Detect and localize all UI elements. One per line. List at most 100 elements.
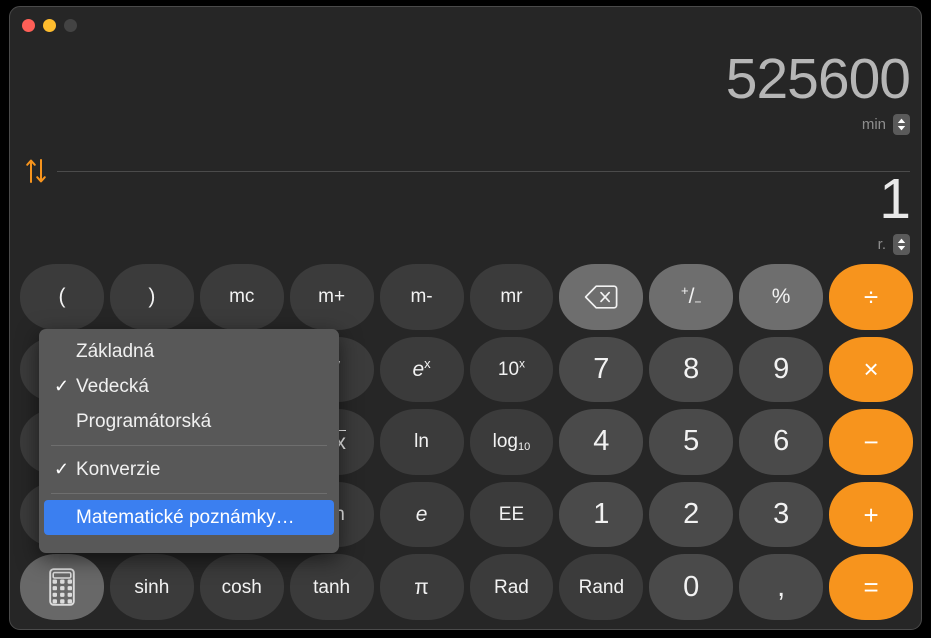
secondary-unit-stepper[interactable] — [893, 234, 910, 255]
key-label: ) — [148, 285, 156, 309]
minimize-button[interactable] — [43, 19, 56, 32]
primary-unit-label: min — [861, 116, 886, 133]
key-random-number[interactable]: Rand — [559, 554, 644, 620]
calculator-window: 525600 min 1 r. () mc m+ m- mr +/− % ÷ … — [9, 6, 922, 630]
secondary-unit-label: r. — [877, 236, 886, 253]
key-digit-5[interactable]: 5 — [649, 409, 734, 475]
key-label: 2 — [683, 498, 700, 531]
key-label: ( — [58, 285, 66, 309]
key-pi[interactable]: π — [379, 554, 464, 620]
calculator-icon — [48, 568, 76, 606]
key-close-paren[interactable]: ) — [109, 264, 194, 330]
secondary-value: 1 — [879, 167, 911, 231]
key-hyperbolic-tangent[interactable]: tanh — [289, 554, 374, 620]
key-label: Rand — [578, 576, 625, 598]
key-label: 10x — [497, 357, 525, 380]
key-multiply[interactable]: × — [829, 336, 913, 403]
secondary-display: 1 r. — [877, 167, 911, 255]
key-label: + — [863, 499, 879, 530]
primary-display: 525600 min — [725, 47, 911, 135]
key-subtract[interactable]: − — [829, 409, 913, 475]
menu-separator — [51, 493, 327, 494]
display-area: 525600 min 1 r. — [10, 33, 921, 255]
key-label: = — [863, 572, 879, 603]
key-calculator-mode[interactable] — [20, 554, 104, 620]
key-digit-0[interactable]: 0 — [649, 554, 734, 620]
menu-item[interactable]: Základná — [44, 334, 334, 369]
conversion-swap-row — [10, 151, 921, 191]
key-percent[interactable]: % — [739, 264, 824, 330]
menu-item-label: Konverzie — [76, 458, 161, 480]
key-memory-add[interactable]: m+ — [289, 264, 374, 330]
key-digit-7[interactable]: 7 — [559, 336, 644, 403]
calculator-app: 525600 min 1 r. () mc m+ m- mr +/− % ÷ … — [0, 0, 931, 638]
key-label: 5 — [683, 425, 700, 458]
key-label: 0 — [683, 570, 700, 603]
display-divider — [57, 170, 910, 172]
menu-item-label: Matematické poznámky… — [76, 506, 295, 528]
key-log-base-ten[interactable]: log10 — [469, 409, 554, 475]
key-label: sinh — [134, 576, 170, 598]
key-digit-4[interactable]: 4 — [559, 409, 644, 475]
key-equals[interactable]: = — [829, 554, 913, 620]
key-add[interactable]: + — [829, 481, 913, 548]
key-label: × — [863, 354, 879, 385]
key-digit-9[interactable]: 9 — [739, 336, 824, 403]
key-exp-ten[interactable]: 10x — [469, 336, 554, 403]
traffic-light-group — [22, 19, 77, 32]
key-digit-3[interactable]: 3 — [739, 481, 824, 548]
key-label: 9 — [773, 352, 790, 385]
key-label: π — [414, 575, 429, 599]
key-natural-log[interactable]: ln — [379, 409, 464, 475]
key-label: tanh — [313, 576, 351, 598]
key-label: % — [771, 285, 791, 309]
key-digit-2[interactable]: 2 — [649, 481, 734, 548]
key-label: 6 — [773, 425, 790, 458]
key-scientific-notation[interactable]: EE — [469, 481, 554, 548]
primary-unit-row: min — [726, 114, 910, 135]
swap-vertical-icon[interactable] — [21, 156, 51, 186]
menu-item[interactable]: ✓ Konverzie — [44, 452, 334, 487]
key-label: 1 — [593, 498, 610, 531]
key-label: ln — [414, 431, 429, 453]
key-label: EE — [498, 504, 525, 526]
key-euler-number[interactable]: e — [379, 481, 464, 548]
key-sign-toggle[interactable]: +/− — [649, 264, 734, 330]
key-label: − — [863, 426, 879, 457]
key-label: m- — [410, 286, 433, 308]
key-label: mc — [229, 286, 255, 308]
menu-item[interactable]: ✓ Vedecká — [44, 369, 334, 404]
menu-item-label: Vedecká — [76, 375, 149, 397]
menu-item[interactable]: Programátorská — [44, 404, 334, 439]
key-digit-8[interactable]: 8 — [649, 336, 734, 403]
key-memory-clear[interactable]: mc — [199, 264, 284, 330]
calculator-mode-menu: Základná ✓ Vedecká Programátorská ✓ Konverzie… — [39, 329, 339, 553]
key-radians-toggle[interactable]: Rad — [469, 554, 554, 620]
primary-unit-stepper[interactable] — [893, 114, 910, 135]
key-digit-6[interactable]: 6 — [739, 409, 824, 475]
key-open-paren[interactable]: ( — [20, 264, 104, 330]
key-hyperbolic-sine[interactable]: sinh — [109, 554, 194, 620]
key-memory-subtract[interactable]: m- — [379, 264, 464, 330]
menu-item-label: Programátorská — [76, 410, 212, 432]
key-label: m+ — [318, 286, 346, 308]
key-memory-recall[interactable]: mr — [469, 264, 554, 330]
close-button[interactable] — [22, 19, 35, 32]
key-digit-1[interactable]: 1 — [559, 481, 644, 548]
key-label: 7 — [593, 352, 610, 385]
backspace-icon — [584, 284, 618, 310]
key-divide[interactable]: ÷ — [829, 264, 913, 330]
menu-item-label: Základná — [76, 340, 155, 362]
key-label: 3 — [773, 498, 790, 531]
key-label: 4 — [593, 425, 610, 458]
key-hyperbolic-cosine[interactable]: cosh — [199, 554, 284, 620]
key-decimal-separator[interactable]: , — [739, 554, 824, 620]
key-delete-backspace[interactable] — [559, 264, 644, 330]
primary-value: 525600 — [725, 47, 911, 111]
menu-item[interactable]: Matematické poznámky… — [44, 500, 334, 535]
key-label: 8 — [683, 352, 700, 385]
key-label: , — [777, 570, 786, 603]
key-label: ÷ — [863, 281, 879, 312]
check-icon: ✓ — [54, 376, 70, 396]
key-exp-e[interactable]: ex — [379, 336, 464, 403]
